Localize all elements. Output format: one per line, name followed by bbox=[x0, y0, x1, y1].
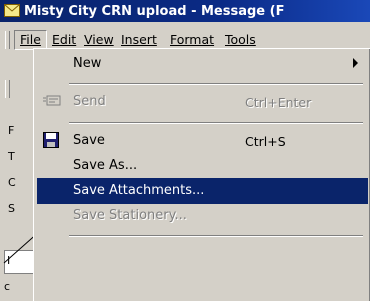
send-icon bbox=[43, 93, 61, 111]
menu-item-new[interactable]: New bbox=[37, 51, 368, 77]
menu-item-save-stationery[interactable]: Save Stationery... bbox=[37, 203, 368, 229]
file-menu-dropdown: New Send Ctrl+Enter Save Ctrl+S Save As.… bbox=[33, 48, 370, 301]
floppy-disk-icon bbox=[43, 132, 61, 150]
menu-item-send[interactable]: Send Ctrl+Enter bbox=[37, 89, 368, 115]
menu-item-save[interactable]: Save Ctrl+S bbox=[37, 128, 368, 154]
menu-item-send-shortcut: Ctrl+Enter bbox=[245, 95, 312, 110]
menu-item-save-attachments-label: Save Attachments... bbox=[73, 183, 205, 198]
menu-separator bbox=[69, 235, 363, 237]
menu-item-send-label: Send bbox=[73, 94, 106, 109]
menu-item-save-label: Save bbox=[73, 133, 105, 148]
menu-item-save-as[interactable]: Save As... bbox=[37, 153, 368, 179]
menu-separator bbox=[69, 83, 363, 85]
menu-item-save-as-label: Save As... bbox=[73, 158, 138, 173]
menu-separator bbox=[69, 122, 363, 124]
menu-item-save-attachments[interactable]: Save Attachments... bbox=[37, 178, 368, 204]
menu-item-save-stationery-label: Save Stationery... bbox=[73, 208, 187, 223]
submenu-arrow-icon bbox=[353, 58, 358, 68]
menu-item-save-shortcut: Ctrl+S bbox=[245, 134, 286, 149]
menu-item-new-label: New bbox=[73, 56, 102, 71]
